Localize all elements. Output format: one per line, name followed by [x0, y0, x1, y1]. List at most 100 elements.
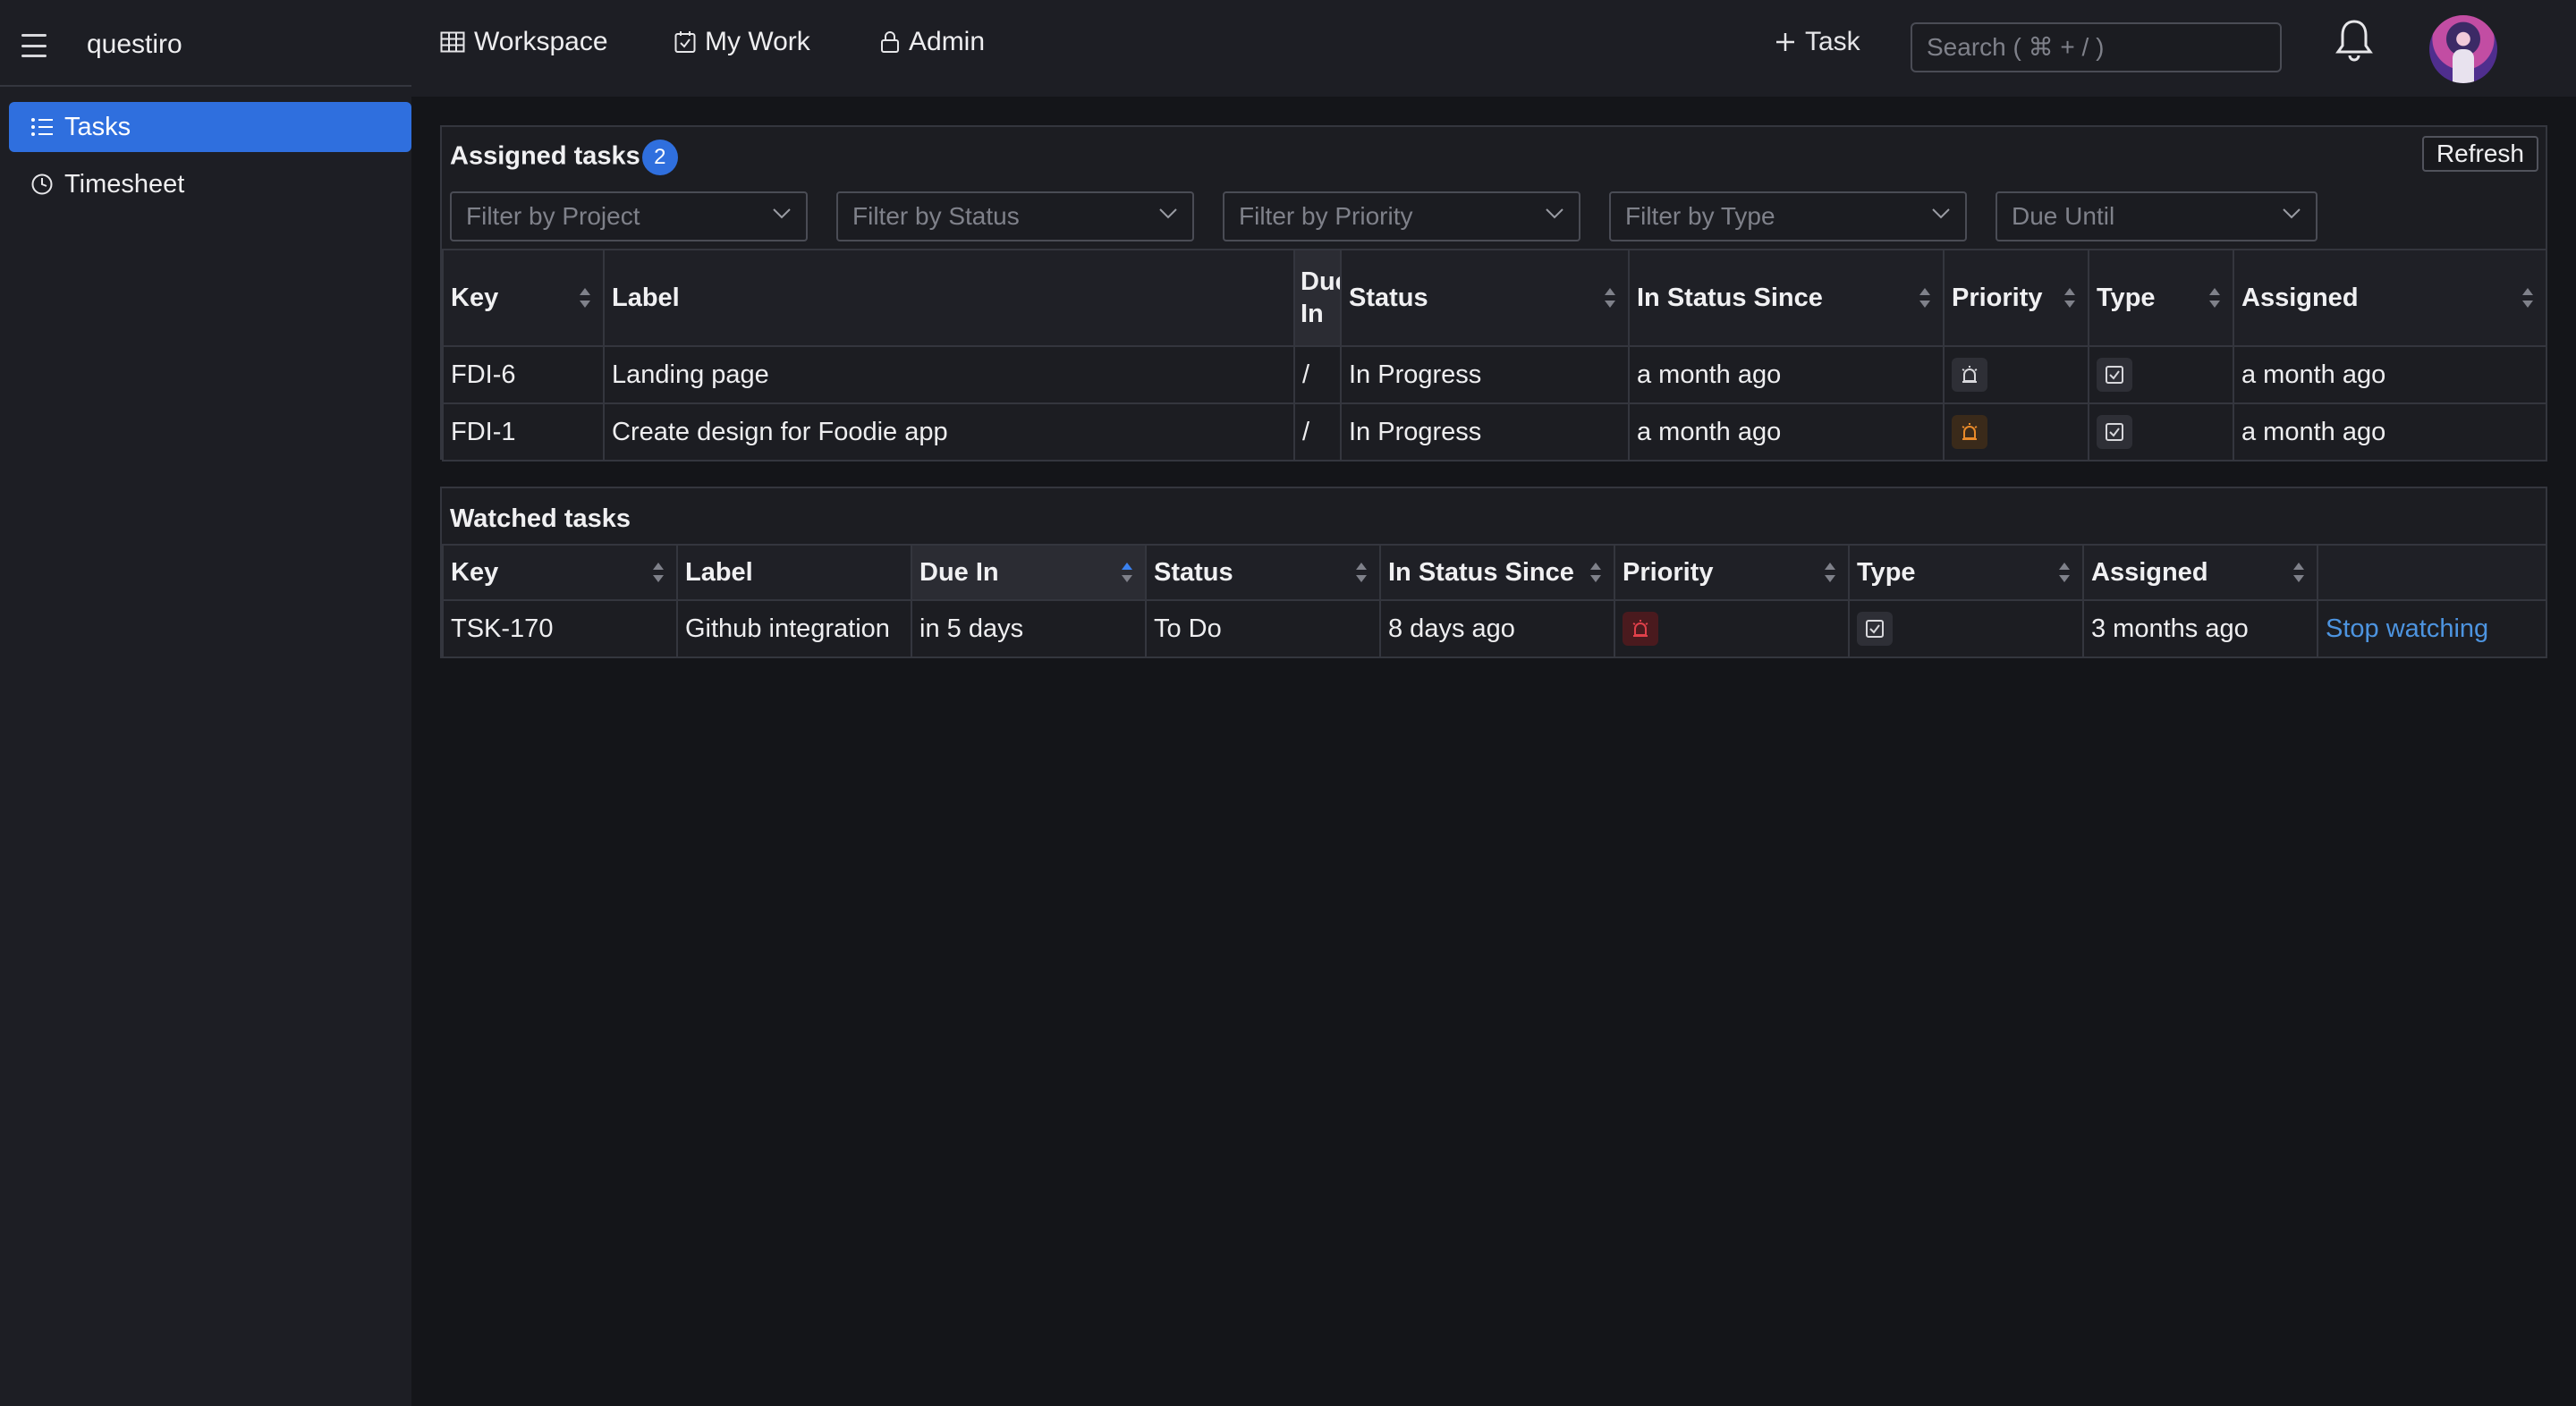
column-header-assigned[interactable]: Assigned [2233, 249, 2547, 347]
cell-label[interactable]: Create design for Foodie app [603, 402, 1295, 462]
checkbox-icon [2106, 423, 2123, 441]
column-header-label: Due [1301, 267, 1339, 296]
nav-admin[interactable]: Admin [880, 27, 985, 57]
cell-key[interactable]: TSK-170 [442, 599, 678, 658]
cell-type [1848, 599, 2084, 658]
sidebar-item-label: Timesheet [64, 169, 185, 199]
filter-priority-select[interactable]: Filter by Priority [1223, 191, 1580, 241]
nav-workspace-label: Workspace [474, 27, 608, 56]
sidebar-item-timesheet[interactable]: Timesheet [9, 159, 411, 209]
sort-ascending-icon [1122, 563, 1132, 582]
column-header-actions [2317, 544, 2547, 601]
avatar[interactable] [2429, 15, 2497, 83]
column-header-label: Label [612, 283, 680, 312]
sort-icon [2064, 288, 2075, 308]
column-header-in-status-since[interactable]: In Status Since [1628, 249, 1945, 347]
column-header-key[interactable]: Key [442, 249, 605, 347]
cell-since: a month ago [1628, 402, 1945, 462]
sort-icon [1825, 563, 1835, 582]
sidebar-divider [0, 85, 411, 87]
add-task-button[interactable]: Task [1775, 27, 1860, 57]
column-header-label: Type [1857, 557, 1916, 587]
column-header-due-in[interactable]: Due In [911, 544, 1147, 601]
assigned-count-badge: 2 [641, 140, 678, 175]
menu-icon[interactable] [21, 34, 47, 57]
cell-assigned: a month ago [2233, 345, 2547, 404]
refresh-button[interactable]: Refresh [2421, 136, 2538, 172]
column-header-in-status-since[interactable]: In Status Since [1379, 544, 1615, 601]
column-header-label-col[interactable]: Label [676, 544, 912, 601]
sort-icon [2059, 563, 2070, 582]
cell-key[interactable]: FDI-1 [442, 402, 605, 462]
nav-my-work[interactable]: My Work [674, 27, 810, 57]
column-header-type[interactable]: Type [1848, 544, 2084, 601]
watched-tasks-panel: Watched tasks Key Label Due In Status In… [440, 487, 2547, 658]
cell-type [2088, 402, 2234, 462]
chevron-down-icon [1932, 208, 1950, 219]
column-header-status[interactable]: Status [1145, 544, 1381, 601]
alarm-icon [1962, 423, 1978, 440]
table-row[interactable]: FDI-6 Landing page / In Progress a month… [442, 345, 2547, 404]
sidebar-item-label: Tasks [64, 112, 131, 141]
filter-type-placeholder: Filter by Type [1625, 202, 1775, 230]
column-header-label-col[interactable]: Label [603, 249, 1295, 347]
column-header-label: Priority [1623, 557, 1714, 587]
cell-action: Stop watching [2317, 599, 2547, 658]
cell-since: a month ago [1628, 345, 1945, 404]
calendar-check-icon [674, 31, 696, 53]
alarm-icon [1632, 620, 1648, 637]
sidebar-item-tasks[interactable]: Tasks [9, 102, 411, 152]
filter-due-placeholder: Due Until [2012, 202, 2115, 230]
cell-priority [1943, 345, 2089, 404]
cell-since: 8 days ago [1379, 599, 1615, 658]
sort-icon [653, 563, 664, 582]
top-bar: questiro Workspace My Work Admin Task [0, 0, 2576, 97]
column-header-due-in[interactable]: Due In [1293, 249, 1342, 347]
add-task-label: Task [1805, 27, 1860, 56]
clock-icon [31, 174, 53, 195]
sort-icon [1605, 288, 1615, 308]
cell-label[interactable]: Github integration [676, 599, 912, 658]
type-badge [1857, 612, 1893, 646]
column-header-label: Status [1154, 557, 1233, 587]
column-header-label: Type [2097, 283, 2156, 312]
search-input[interactable] [1911, 22, 2282, 72]
sort-icon [2522, 288, 2533, 308]
column-header-priority[interactable]: Priority [1614, 544, 1850, 601]
sort-icon [2209, 288, 2220, 308]
cell-status: In Progress [1340, 402, 1630, 462]
filter-due-until-select[interactable]: Due Until [1996, 191, 2318, 241]
filter-project-placeholder: Filter by Project [466, 202, 640, 230]
sort-icon [2293, 563, 2304, 582]
cell-due: / [1293, 345, 1342, 404]
column-header-label: Assigned [2091, 557, 2208, 587]
watched-tasks-table: Key Label Due In Status In Status Since … [442, 544, 2547, 658]
column-header-label: Due In [919, 557, 999, 587]
bell-icon[interactable] [2334, 18, 2374, 63]
column-header-label: Label [685, 557, 753, 587]
column-header-priority[interactable]: Priority [1943, 249, 2089, 347]
watched-tasks-title: Watched tasks [450, 504, 631, 533]
nav-workspace[interactable]: Workspace [440, 27, 608, 57]
nav-admin-label: Admin [909, 27, 986, 56]
lock-icon [881, 31, 899, 53]
column-header-key[interactable]: Key [442, 544, 678, 601]
app-name: questiro [87, 30, 182, 59]
cell-label[interactable]: Landing page [603, 345, 1295, 404]
assigned-tasks-panel: Assigned tasks 2 Refresh Filter by Projec… [440, 125, 2547, 462]
table-row[interactable]: TSK-170 Github integration in 5 days To … [442, 599, 2547, 658]
column-header-status[interactable]: Status [1340, 249, 1630, 347]
column-header-assigned[interactable]: Assigned [2082, 544, 2318, 601]
nav-my-work-label: My Work [705, 27, 810, 56]
column-header-type[interactable]: Type [2088, 249, 2234, 347]
table-row[interactable]: FDI-1 Create design for Foodie app / In … [442, 402, 2547, 462]
checkbox-icon [1866, 620, 1884, 638]
cell-status: To Do [1145, 599, 1381, 658]
assigned-tasks-title: Assigned tasks 2 [450, 140, 678, 175]
filter-type-select[interactable]: Filter by Type [1609, 191, 1967, 241]
filter-project-select[interactable]: Filter by Project [450, 191, 808, 241]
alarm-icon [1962, 366, 1978, 383]
stop-watching-link[interactable]: Stop watching [2326, 614, 2488, 643]
filter-status-select[interactable]: Filter by Status [836, 191, 1194, 241]
cell-key[interactable]: FDI-6 [442, 345, 605, 404]
